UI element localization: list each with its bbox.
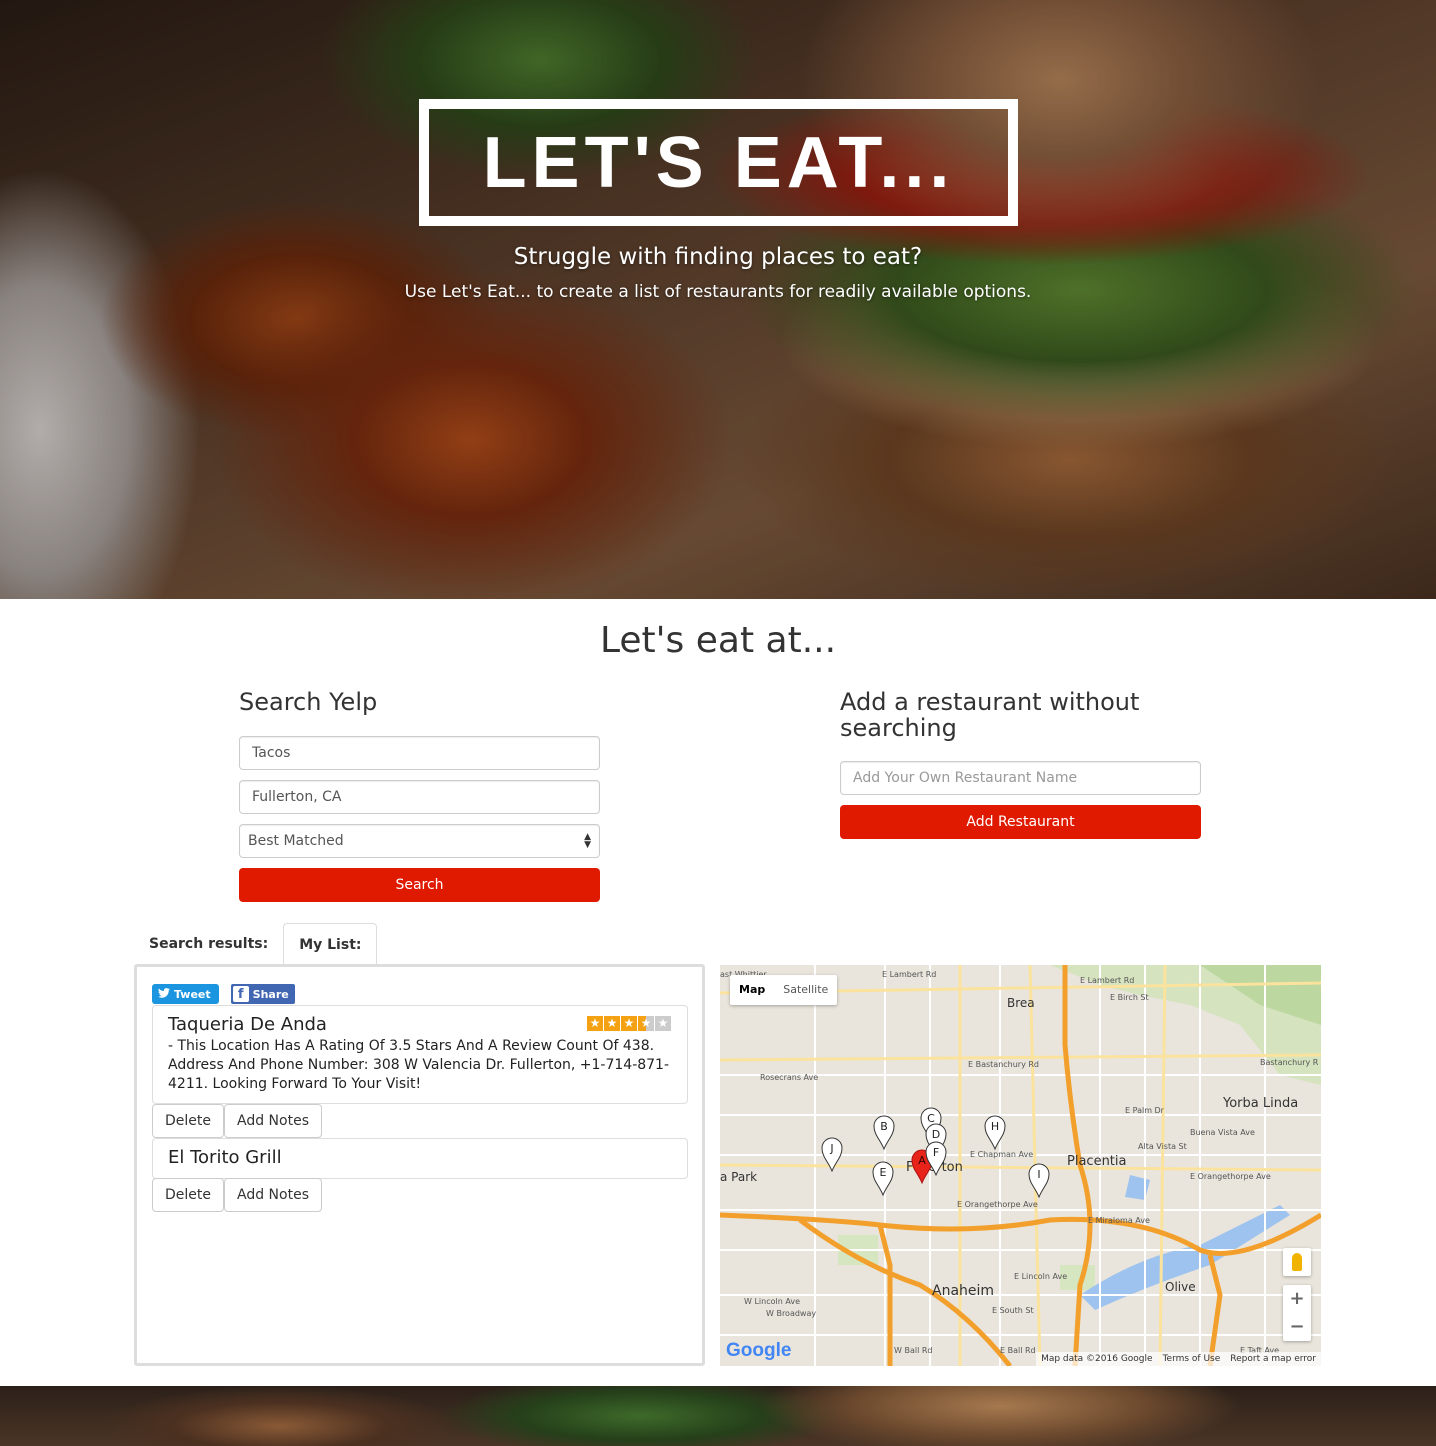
pegman-figure [1292,1253,1302,1271]
select-arrows-icon: ▲ ▼ [584,832,591,850]
search-form: Search Yelp Best Matched ▲▼ Search [239,688,600,902]
add-restaurant-form: Add a restaurant without searching Add R… [840,688,1201,839]
star-icon: ★ [621,1016,637,1031]
my-list-panel: Tweet f Share Taqueria De Anda ★ ★ ★ ★ ★… [134,964,705,1366]
search-button[interactable]: Search [239,868,600,902]
share-label: Share [252,987,289,1001]
tab-search-results[interactable]: Search results: [134,923,283,965]
map-marker[interactable]: J [821,1137,843,1173]
tweet-label: Tweet [174,987,211,1001]
add-notes-button[interactable]: Add Notes [224,1104,322,1138]
rating-stars: ★ ★ ★ ★ ★ [587,1016,671,1031]
hero-tagline: Use Let's Eat... to create a list of res… [404,282,1032,302]
map-marker-label: E [880,1166,887,1179]
search-location-input[interactable] [239,780,600,814]
map-marker-label: C [927,1112,935,1125]
restaurant-name-input[interactable] [840,761,1201,795]
map-marker[interactable]: I [1028,1163,1050,1199]
add-restaurant-button[interactable]: Add Restaurant [840,805,1201,839]
google-logo-text: Google [726,1340,792,1361]
add-heading: Add a restaurant without searching [840,688,1140,742]
zoom-in-button[interactable]: + [1283,1285,1311,1313]
sort-select-value: Best Matched [248,833,344,849]
results-tabs: Search results: My List: [134,923,378,965]
map-attribution: Map data ©2016 Google Terms of Use Repor… [1036,1352,1321,1366]
sort-select[interactable]: Best Matched ▲ ▼ [239,824,600,858]
star-icon: ★ [587,1016,603,1031]
restaurant-description: - This Location Has A Rating Of 3.5 Star… [168,1038,670,1092]
map-marker-label: J [829,1142,833,1155]
map-marker-label: B [880,1120,888,1133]
map-marker-layer: A B C D E F H I J [821,1107,1050,1199]
terms-link[interactable]: Terms of Use [1163,1352,1221,1366]
google-logo: Google [726,1340,791,1362]
list-item-actions: Delete Add Notes [152,1104,322,1138]
star-half-icon: ★ [638,1016,654,1031]
tab-my-list[interactable]: My List: [283,923,378,965]
search-heading: Search Yelp [239,688,378,716]
delete-button[interactable]: Delete [152,1178,224,1212]
zoom-control: + − [1283,1285,1311,1341]
star-icon: ★ [604,1016,620,1031]
facebook-share-button[interactable]: f Share [230,984,295,1004]
section-title: Let's eat at... [599,620,837,661]
hero-title: LET'S EAT... [482,122,955,203]
map-marker-label: D [932,1128,940,1141]
hero-subtitle: Struggle with finding places to eat? [513,244,923,270]
map-marker-label: A [918,1154,926,1167]
map-marker-label: H [991,1120,999,1133]
twitter-bird-icon [158,987,170,1001]
footer-banner-image [0,1386,1436,1446]
street-view-pegman-icon[interactable] [1283,1248,1311,1276]
map-data-text: Map data ©2016 Google [1041,1354,1153,1364]
zoom-out-button[interactable]: − [1283,1313,1311,1341]
hero-title-box: LET'S EAT... [419,99,1018,226]
report-error-link[interactable]: Report a map error [1230,1352,1316,1366]
map-marker-label: I [1037,1168,1040,1181]
google-map[interactable]: Brea Yorba Linda Placentia Fullerton Ana… [720,965,1321,1366]
list-item-actions: Delete Add Notes [152,1178,322,1212]
facebook-icon: f [232,986,249,1002]
star-empty-icon: ★ [655,1016,671,1031]
hero-banner: LET'S EAT... Struggle with finding place… [0,0,1436,599]
delete-button[interactable]: Delete [152,1104,224,1138]
list-item: Taqueria De Anda ★ ★ ★ ★ ★ - This Locati… [152,1005,688,1104]
search-term-input[interactable] [239,736,600,770]
tweet-button[interactable]: Tweet [152,984,219,1004]
list-item: El Torito Grill [152,1138,688,1179]
map-marker[interactable]: B [873,1115,895,1151]
map-marker-label: F [933,1146,939,1159]
map-marker[interactable]: H [984,1115,1006,1151]
share-buttons: Tweet f Share [152,984,295,1004]
map-marker[interactable]: E [872,1161,894,1197]
restaurant-name: El Torito Grill [168,1147,282,1168]
add-notes-button[interactable]: Add Notes [224,1178,322,1212]
